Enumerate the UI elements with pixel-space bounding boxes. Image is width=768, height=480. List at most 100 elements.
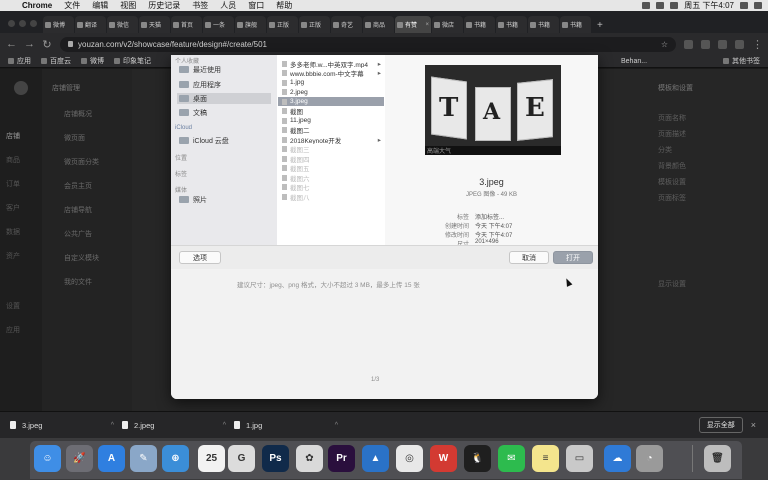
nav-item-apps[interactable]: 应用 — [6, 325, 20, 335]
lock-icon[interactable] — [68, 41, 73, 47]
close-window-icon[interactable] — [8, 19, 15, 27]
sidebar-item-recents[interactable]: 最近使用 — [177, 64, 271, 75]
battery-icon[interactable] — [656, 2, 665, 9]
menu-help[interactable]: 帮助 — [276, 0, 292, 11]
extension-icon[interactable] — [684, 39, 693, 49]
spotlight-icon[interactable] — [740, 2, 748, 9]
bookmark-baiduyun[interactable]: 百度云 — [41, 56, 71, 66]
file-list-item[interactable]: 截图五 — [278, 164, 384, 173]
chevron-up-icon[interactable]: ^ — [335, 422, 338, 429]
cancel-button[interactable]: 取消 — [509, 251, 549, 264]
close-downloads-icon[interactable]: × — [751, 420, 756, 430]
browser-tab[interactable]: 微博 — [43, 16, 74, 33]
forward-icon[interactable]: → — [24, 38, 35, 50]
extension-icon[interactable] — [718, 39, 727, 49]
file-list-item[interactable]: 1.jpg — [278, 78, 384, 87]
zoom-window-icon[interactable] — [30, 19, 37, 27]
browser-tab[interactable]: 书籍 — [560, 16, 591, 33]
bookmark-evernote[interactable]: 印象笔记 — [114, 56, 151, 66]
chevron-up-icon[interactable]: ^ — [223, 422, 226, 429]
file-list-item[interactable]: 2018Keynote开发 ▸ — [278, 135, 384, 144]
browser-tab[interactable]: 商品 — [363, 16, 394, 33]
subnav-item[interactable]: 微页面分类 — [64, 157, 99, 167]
browser-tab[interactable]: 书籍 — [496, 16, 527, 33]
extension-icon[interactable] — [735, 39, 744, 49]
other-bookmarks[interactable]: 其他书签 — [723, 56, 760, 66]
preview-value[interactable]: 添加标签... — [475, 212, 504, 221]
input-method-icon[interactable] — [670, 2, 679, 9]
browser-tab[interactable]: 书籍 — [528, 16, 559, 33]
nav-item-assets[interactable]: 资产 — [6, 251, 20, 261]
file-list-item[interactable]: 截图七 — [278, 183, 384, 192]
sidebar-item-applications[interactable]: 应用程序 — [177, 79, 271, 90]
calendar-icon[interactable]: 25 — [198, 445, 225, 472]
address-bar[interactable]: youzan.com/v2/showcase/feature/design#/c… — [60, 36, 676, 52]
settings-item[interactable]: 背景颜色 — [658, 161, 686, 171]
close-tab-icon[interactable]: × — [425, 22, 429, 28]
photos-icon[interactable]: ✿ — [296, 445, 323, 472]
keynote-icon[interactable]: ▲ — [362, 445, 389, 472]
preview-icon[interactable]: ✎ — [130, 445, 157, 472]
appstore-icon[interactable]: A — [98, 445, 125, 472]
bookmark-behance[interactable]: Behan... — [621, 58, 647, 65]
sidebar-item-desktop[interactable]: 桌面 — [177, 93, 271, 104]
menu-app-name[interactable]: Chrome — [22, 1, 52, 10]
notification-center-icon[interactable] — [754, 2, 762, 9]
menu-edit[interactable]: 编辑 — [92, 0, 108, 11]
file-list-item[interactable]: 截图三 — [278, 145, 384, 154]
file-list-item[interactable]: 截图八 — [278, 192, 384, 201]
file-list-item[interactable]: www.bbbie.com-中文字幕 ▸ — [278, 69, 384, 78]
qq-icon[interactable]: 🐧 — [464, 445, 491, 472]
reload-icon[interactable]: ↻ — [42, 38, 52, 51]
baiduyun-icon[interactable]: ☁ — [604, 445, 631, 472]
browser-tab[interactable]: 奇艺 — [331, 16, 362, 33]
options-button[interactable]: 选项 — [179, 251, 221, 264]
trash-icon[interactable]: 🗑 — [704, 445, 731, 472]
file-list-item[interactable]: 2.jpeg — [278, 88, 384, 97]
settings-item[interactable]: 页面描述 — [658, 129, 686, 139]
browser-tab[interactable]: 书籍 — [464, 16, 495, 33]
browser-tab[interactable]: 正版 — [299, 16, 330, 33]
browser-tab[interactable]: 有赞 × — [395, 16, 431, 33]
extension-icon[interactable] — [701, 39, 710, 49]
menu-window[interactable]: 窗口 — [248, 0, 264, 11]
sidebar-item-documents[interactable]: 文稿 — [177, 107, 271, 118]
file-list-item[interactable]: 截图二 — [278, 126, 384, 135]
sidebar-item-photos[interactable]: 照片 — [177, 194, 271, 205]
file-list-item[interactable]: 多多老师.w...中英双字.mp4 ▸ — [278, 59, 384, 68]
browser-tab[interactable]: 正版 — [267, 16, 298, 33]
download-item[interactable]: 1.jpg ^ — [234, 421, 338, 430]
browser-tab[interactable]: 旗舰 — [235, 16, 266, 33]
subnav-item[interactable]: 公共广告 — [64, 229, 92, 239]
settings-item[interactable]: 显示设置 — [658, 279, 686, 289]
file-list-item[interactable]: 截图四 — [278, 154, 384, 163]
file-list-item[interactable]: 11.jpeg — [278, 116, 384, 125]
chevron-up-icon[interactable]: ^ — [111, 422, 114, 429]
chrome-menu-icon[interactable]: ⋮ — [752, 38, 763, 51]
nav-item-goods[interactable]: 商品 — [6, 155, 20, 165]
subnav-item[interactable]: 会员主页 — [64, 181, 92, 191]
back-icon[interactable]: ← — [6, 38, 17, 50]
tags-heading[interactable]: 标签 — [175, 169, 187, 178]
file-list-item[interactable]: 3.jpeg — [278, 97, 384, 106]
browser-tab[interactable]: 微店 — [432, 16, 463, 33]
subnav-item[interactable]: 我的文件 — [64, 277, 92, 287]
nav-item-data[interactable]: 数据 — [6, 227, 20, 237]
subnav-item[interactable]: 自定义模块 — [64, 253, 99, 263]
menu-people[interactable]: 人员 — [220, 0, 236, 11]
settings-item[interactable]: 分类 — [658, 145, 672, 155]
store-logo-icon[interactable] — [14, 81, 28, 95]
wechat-icon[interactable]: ✉ — [498, 445, 525, 472]
settings-item[interactable]: 页面名称 — [658, 113, 686, 123]
browser-tab[interactable]: 一条 — [203, 16, 234, 33]
menu-history[interactable]: 历史记录 — [148, 0, 180, 11]
clock[interactable]: 周五 下午4:07 — [684, 0, 734, 11]
download-item[interactable]: 2.jpeg ^ — [122, 421, 226, 430]
browser-tab[interactable]: 微信 — [107, 16, 138, 33]
open-button[interactable]: 打开 — [553, 251, 593, 264]
chrome-icon[interactable]: ◎ — [396, 445, 423, 472]
nav-item-shop[interactable]: 店铺 — [6, 131, 20, 141]
nav-item-orders[interactable]: 订单 — [6, 179, 20, 189]
wps-icon[interactable]: W — [430, 445, 457, 472]
file-list-item[interactable]: 截图六 — [278, 173, 384, 182]
